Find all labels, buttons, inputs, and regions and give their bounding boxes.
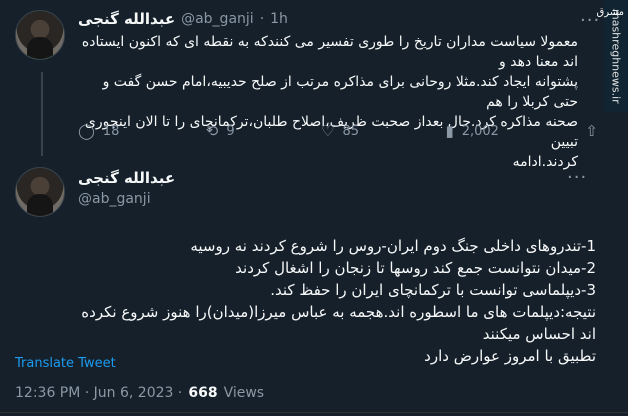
watermark-site: mashreghnews.ir — [609, 8, 623, 104]
tweet-line: معمولا سیاست مداران تاریخ را طوری تفسیر … — [81, 34, 578, 70]
tweet-time[interactable]: 1h — [270, 11, 288, 27]
reply-count: 18 — [102, 124, 120, 139]
tweet-view-count: 668 — [188, 385, 218, 401]
tweet-line: نتیجه:دیپلمات های ما اسطوره اند.هجمه به … — [81, 303, 596, 343]
more-horizontal-icon[interactable]: ··· — [567, 167, 587, 188]
tweet-line: تطبیق با امروز عوارض دارد — [424, 347, 596, 365]
tweet-line: 2-میدان نتوانست جمع کند روسها تا زنجان ر… — [235, 259, 596, 277]
divider — [0, 412, 628, 413]
views-label: Views — [223, 385, 265, 401]
avatar[interactable] — [15, 10, 65, 60]
share-action[interactable]: ⇧ — [585, 124, 598, 139]
author-name[interactable]: عبدالله گنجی — [78, 10, 175, 28]
watermark-logo: مشرق — [596, 7, 624, 18]
translate-link[interactable]: Translate Tweet — [15, 356, 116, 371]
share-icon: ⇧ — [585, 122, 598, 140]
analytics-icon: ▮ — [445, 122, 454, 140]
heart-icon: ♡ — [321, 122, 335, 140]
thread-line — [41, 72, 43, 156]
tweet-line: 1-تندروهای داخلی جنگ دوم ایران-روس را شر… — [190, 237, 596, 255]
author-name[interactable]: عبدالله گنجی — [78, 169, 175, 187]
more-horizontal-icon[interactable]: ··· — [580, 10, 600, 31]
like-action[interactable]: ♡ 85 — [321, 122, 360, 140]
retweet-icon: ⟲ — [205, 122, 219, 140]
author-handle[interactable]: @ab_ganji — [78, 191, 175, 207]
avatar[interactable] — [15, 167, 65, 217]
views-action[interactable]: ▮ 2,002 — [445, 122, 499, 140]
reply-action[interactable]: ◯ 18 — [78, 122, 120, 140]
reply-icon: ◯ — [78, 122, 95, 140]
like-count: 85 — [342, 124, 360, 139]
views-count: 2,002 — [461, 124, 499, 139]
retweet-action[interactable]: ⟲ 9 — [205, 122, 235, 140]
dot-separator: · — [259, 11, 265, 27]
tweet-line: 3-دیپلماسی توانست با ترکمانچای ایران را … — [270, 281, 596, 299]
tweet-line: پشتوانه ایجاد کند.مثلا روحانی برای مذاکر… — [102, 74, 578, 110]
author-handle[interactable]: @ab_ganji — [181, 11, 254, 27]
retweet-count: 9 — [226, 124, 235, 139]
tweet-timestamp[interactable]: 12:36 PM · Jun 6, 2023 · — [15, 385, 182, 401]
